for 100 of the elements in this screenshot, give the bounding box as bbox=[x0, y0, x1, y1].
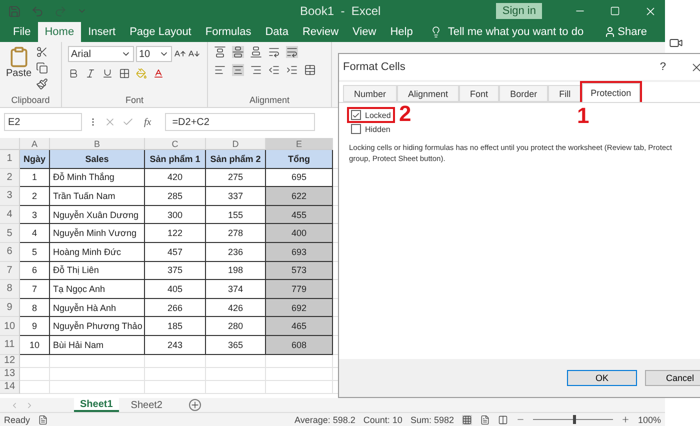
name-box[interactable]: E2 bbox=[4, 113, 82, 131]
table-cell: 420 bbox=[145, 168, 206, 188]
row-header[interactable]: 13 bbox=[0, 368, 20, 381]
zoom-thumb[interactable] bbox=[572, 415, 576, 424]
status-text: Sum: 5982 bbox=[410, 414, 454, 424]
row-header[interactable]: 5 bbox=[0, 224, 20, 243]
row-header[interactable]: 1 bbox=[0, 150, 20, 169]
cut-icon[interactable] bbox=[36, 46, 48, 58]
row-header[interactable]: 9 bbox=[0, 298, 20, 318]
ribbon-tab[interactable]: Page Layout bbox=[122, 22, 198, 42]
zoom-in-icon[interactable] bbox=[620, 415, 630, 424]
ribbon-tab[interactable]: Help bbox=[383, 22, 420, 42]
checkbox[interactable]: Hidden bbox=[349, 123, 392, 135]
font-name-field[interactable]: Arial bbox=[68, 46, 134, 62]
align-middle-icon[interactable] bbox=[232, 46, 244, 58]
page-layout-icon[interactable] bbox=[480, 414, 490, 424]
row-header[interactable]: 3 bbox=[0, 187, 20, 206]
ribbon-tab[interactable]: Data bbox=[258, 22, 296, 42]
ribbon-tab[interactable]: File bbox=[6, 22, 38, 42]
insert-function-button[interactable]: fx bbox=[144, 116, 152, 128]
paste-button[interactable]: Paste bbox=[6, 46, 32, 95]
table-cell: Hoàng Minh Đức bbox=[50, 242, 145, 262]
ribbon-tab[interactable]: Review bbox=[295, 22, 346, 42]
row-header[interactable]: 14 bbox=[0, 380, 20, 394]
formula-field[interactable]: =D2+C2 bbox=[165, 113, 316, 131]
row-header[interactable]: 4 bbox=[0, 206, 20, 224]
status-text: Average: 598.2 bbox=[294, 414, 356, 424]
underline-icon[interactable] bbox=[102, 68, 113, 79]
row-header[interactable]: 6 bbox=[0, 242, 20, 262]
table-cell: Trần Tuấn Nam bbox=[50, 187, 145, 206]
help-button[interactable]: ? bbox=[660, 61, 666, 73]
decrease-indent-icon[interactable] bbox=[268, 64, 280, 76]
row-header[interactable]: 10 bbox=[0, 317, 20, 336]
align-center-icon[interactable] bbox=[232, 64, 244, 76]
dialog-tab[interactable]: Fill bbox=[548, 85, 582, 102]
dialog-tab[interactable]: Alignment bbox=[397, 85, 460, 102]
dialog-tab[interactable]: Font bbox=[459, 85, 500, 102]
table-cell: 465 bbox=[266, 317, 333, 336]
table-cell: 8 bbox=[20, 298, 50, 318]
checkbox[interactable]: Locked bbox=[349, 109, 393, 121]
checkbox-square[interactable] bbox=[351, 110, 361, 120]
add-sheet-icon[interactable] bbox=[188, 399, 200, 411]
column-header[interactable]: C bbox=[145, 138, 206, 150]
column-header[interactable]: D bbox=[206, 138, 266, 150]
row-header[interactable]: 2 bbox=[0, 168, 20, 188]
italic-icon[interactable] bbox=[85, 68, 96, 79]
table-cell: 278 bbox=[206, 224, 266, 243]
align-right-icon[interactable] bbox=[250, 64, 262, 76]
column-header[interactable]: A bbox=[20, 138, 50, 150]
ribbon-tab[interactable]: View bbox=[346, 22, 384, 42]
font-color-icon[interactable] bbox=[153, 68, 164, 79]
wrap-text-icon[interactable] bbox=[286, 46, 298, 58]
table-cell: Nguyễn Minh Vương bbox=[50, 224, 145, 243]
dialog-tab[interactable]: Number bbox=[343, 85, 398, 102]
fill-color-icon[interactable] bbox=[136, 68, 147, 79]
ribbon-tab[interactable]: Formulas bbox=[198, 22, 258, 42]
border-icon[interactable] bbox=[119, 68, 130, 79]
table-cell: 5 bbox=[20, 242, 50, 262]
row-header[interactable]: 11 bbox=[0, 336, 20, 355]
cancel-button[interactable]: Cancel bbox=[645, 370, 700, 386]
ribbon-tab[interactable]: Home bbox=[38, 22, 82, 42]
align-left-icon[interactable] bbox=[214, 64, 226, 76]
maximize-icon[interactable] bbox=[610, 6, 620, 16]
font-size-field[interactable]: 10 bbox=[136, 46, 172, 62]
dialog-tab[interactable]: Protection bbox=[582, 83, 640, 102]
copy-icon[interactable] bbox=[36, 62, 48, 74]
row-header[interactable]: 12 bbox=[0, 354, 20, 368]
table-cell: 374 bbox=[206, 280, 266, 299]
sign-in-button[interactable]: Sign in bbox=[496, 3, 542, 19]
table-cell: 400 bbox=[266, 224, 333, 243]
ok-button[interactable]: OK bbox=[567, 370, 637, 386]
row-header[interactable]: 7 bbox=[0, 262, 20, 280]
row-header[interactable]: 8 bbox=[0, 280, 20, 299]
table-cell: 337 bbox=[206, 187, 266, 206]
checkbox-square[interactable] bbox=[351, 124, 361, 134]
format-painter-icon[interactable] bbox=[36, 78, 48, 90]
ribbon-tab[interactable]: Insert bbox=[81, 22, 123, 42]
table-cell: 243 bbox=[145, 336, 206, 355]
group-label: Clipboard bbox=[10, 95, 51, 107]
align-bottom-icon[interactable] bbox=[250, 46, 262, 58]
dialog-title: Format Cells bbox=[343, 61, 406, 73]
column-header[interactable]: E bbox=[266, 138, 333, 150]
dialog-tab[interactable]: Border bbox=[499, 85, 548, 102]
lightbulb-icon[interactable] bbox=[430, 26, 442, 38]
bold-icon[interactable] bbox=[68, 68, 79, 79]
page-break-icon[interactable] bbox=[498, 414, 508, 424]
normal-view-icon[interactable] bbox=[462, 414, 472, 424]
merge-icon[interactable] bbox=[304, 64, 316, 76]
increase-indent-icon[interactable] bbox=[286, 64, 298, 76]
share-button[interactable]: Share bbox=[598, 25, 653, 39]
column-header[interactable]: B bbox=[50, 138, 145, 150]
table-cell: 426 bbox=[206, 298, 266, 318]
table-cell: 285 bbox=[145, 187, 206, 206]
sheet-tab[interactable]: Sheet1 bbox=[74, 398, 119, 412]
tell-me-search[interactable]: Tell me what you want to do bbox=[448, 26, 584, 38]
column-title: Sales bbox=[50, 150, 145, 169]
table-cell: 573 bbox=[266, 262, 333, 280]
table-cell: 365 bbox=[206, 336, 266, 355]
sheet-tab[interactable]: Sheet2 bbox=[124, 398, 168, 412]
align-top-icon[interactable] bbox=[214, 46, 226, 58]
